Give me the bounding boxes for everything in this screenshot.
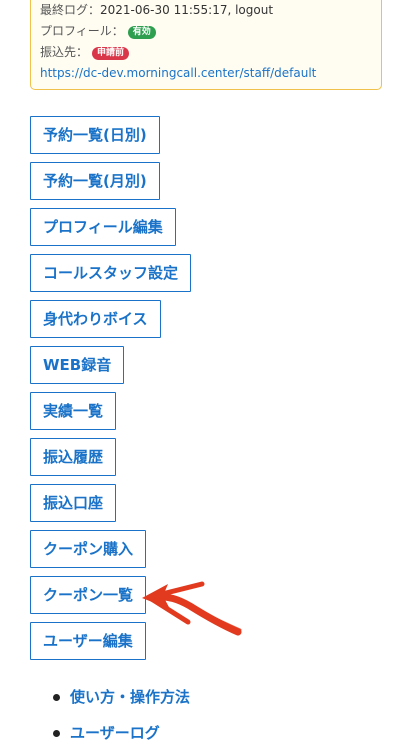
profile-edit-button[interactable]: プロフィール編集 bbox=[30, 208, 176, 246]
reservations-daily-button[interactable]: 予約一覧(日別) bbox=[30, 116, 160, 154]
call-staff-settings-button[interactable]: コールスタッフ設定 bbox=[30, 254, 192, 292]
reservations-monthly-button[interactable]: 予約一覧(月別) bbox=[30, 162, 160, 200]
profile-label: プロフィール： bbox=[40, 24, 124, 38]
performance-list-button[interactable]: 実績一覧 bbox=[30, 392, 117, 430]
user-edit-button[interactable]: ユーザー編集 bbox=[30, 622, 146, 660]
help-link-item[interactable]: 使い方・操作方法 bbox=[53, 684, 190, 720]
coupon-purchase-button[interactable]: クーポン購入 bbox=[30, 530, 147, 568]
last-login-row: 最終ログ：2021-06-30 11:55:17, logout bbox=[40, 0, 381, 21]
account-info-card: 最終ログ：2021-06-30 11:55:17, logout プロフィール：… bbox=[30, 0, 382, 90]
substitute-voice-button[interactable]: 身代わりボイス bbox=[30, 300, 161, 338]
user-log-link[interactable]: ユーザーログ bbox=[70, 724, 160, 742]
staff-url-link[interactable]: https://dc-dev.morningcall.center/staff/… bbox=[40, 63, 381, 84]
transfer-account-button[interactable]: 振込口座 bbox=[30, 484, 117, 522]
transfer-label: 振込先： bbox=[40, 45, 89, 59]
staff-menu: 予約一覧(日別) 予約一覧(月別) プロフィール編集 コールスタッフ設定 身代わ… bbox=[30, 116, 192, 668]
profile-status-row: プロフィール： 有効 bbox=[40, 21, 381, 42]
web-recording-button[interactable]: WEB録音 bbox=[30, 346, 125, 384]
bullet-icon bbox=[53, 694, 60, 701]
how-to-use-link[interactable]: 使い方・操作方法 bbox=[70, 688, 190, 706]
profile-status-badge: 有効 bbox=[127, 26, 156, 39]
last-login-label: 最終ログ： bbox=[40, 3, 101, 17]
coupon-list-button[interactable]: クーポン一覧 bbox=[30, 576, 147, 614]
help-links: 使い方・操作方法 ユーザーログ bbox=[53, 684, 190, 756]
transfer-status-row: 振込先： 申請前 bbox=[40, 42, 381, 63]
help-link-item[interactable]: ユーザーログ bbox=[53, 720, 190, 756]
last-login-value: 2021-06-30 11:55:17, logout bbox=[100, 3, 274, 17]
transfer-history-button[interactable]: 振込履歴 bbox=[30, 438, 117, 476]
transfer-status-badge: 申請前 bbox=[92, 47, 130, 60]
